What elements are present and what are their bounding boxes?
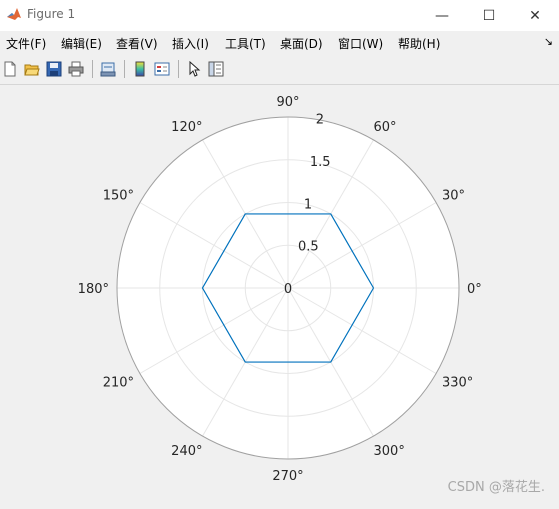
menu-view[interactable]: 查看(V): [116, 35, 158, 52]
menu-overflow-icon[interactable]: ↘: [544, 35, 553, 48]
r-tick-label: 2: [316, 113, 324, 128]
new-figure-icon: [4, 61, 16, 77]
r-tick-label: 0: [284, 282, 292, 297]
r-tick-label: 0.5: [298, 240, 319, 255]
polar-chart: 0 0.5 1 1.5 2 0° 30° 60° 90° 120° 150° 180° 210° 240°…: [78, 95, 482, 484]
figure-canvas[interactable]: 0 0.5 1 1.5 2 0° 30° 60° 90° 120° 150° 180° 210° 240°…: [0, 85, 559, 505]
menu-file[interactable]: 文件(F): [6, 35, 46, 52]
minimize-button[interactable]: —: [419, 0, 465, 31]
property-inspector-icon: [208, 61, 224, 77]
legend-button[interactable]: [152, 59, 172, 79]
menu-bar: 文件(F) 编辑(E) 查看(V) 插入(I) 工具(T) 桌面(D) 窗口(W…: [0, 31, 559, 55]
toolbar: [0, 56, 559, 85]
theta-tick-label: 120°: [171, 120, 202, 135]
watermark-text: CSDN @落花生.: [447, 480, 545, 495]
theta-tick-label: 30°: [442, 189, 465, 204]
menu-window[interactable]: 窗口(W): [338, 35, 383, 52]
r-tick-label: 1.5: [310, 155, 331, 170]
menu-desktop[interactable]: 桌面(D): [280, 35, 323, 52]
link-plot-button[interactable]: [98, 59, 118, 79]
save-button[interactable]: [44, 59, 64, 79]
matlab-logo-icon: [6, 6, 22, 22]
property-inspector-button[interactable]: [206, 59, 226, 79]
theta-tick-label: 60°: [374, 120, 397, 135]
close-button[interactable]: ✕: [512, 0, 558, 31]
menu-edit[interactable]: 编辑(E): [61, 35, 102, 52]
title-bar: Figure 1 — ☐ ✕: [0, 0, 559, 31]
theta-tick-label: 0°: [467, 282, 482, 297]
open-file-icon: [24, 64, 40, 76]
window-title: Figure 1: [27, 7, 76, 21]
save-icon: [46, 61, 62, 77]
pointer-button[interactable]: [184, 59, 204, 79]
theta-tick-label: 90°: [276, 95, 299, 110]
print-icon: [68, 61, 84, 77]
theta-tick-label: 300°: [374, 444, 405, 459]
colorbar-button[interactable]: [130, 59, 150, 79]
theta-tick-label: 150°: [103, 189, 134, 204]
legend-icon: [154, 62, 170, 76]
close-icon: ✕: [529, 7, 541, 24]
theta-tick-label: 210°: [103, 376, 134, 391]
link-plot-icon: [100, 62, 116, 77]
toolbar-separator: [178, 60, 179, 78]
print-button[interactable]: [66, 59, 86, 79]
theta-tick-label: 180°: [78, 282, 109, 297]
toolbar-separator: [124, 60, 125, 78]
menu-insert[interactable]: 插入(I): [172, 35, 209, 52]
theta-tick-label: 270°: [272, 469, 303, 484]
theta-tick-label: 330°: [442, 376, 473, 391]
theta-tick-label: 240°: [171, 444, 202, 459]
minimize-icon: —: [435, 7, 449, 24]
toolbar-separator: [92, 60, 93, 78]
new-figure-button[interactable]: [0, 59, 20, 79]
maximize-icon: ☐: [482, 7, 496, 24]
open-file-button[interactable]: [22, 59, 42, 79]
r-tick-label: 1: [304, 197, 312, 212]
menu-help[interactable]: 帮助(H): [398, 35, 440, 52]
pointer-icon: [189, 61, 201, 77]
maximize-button[interactable]: ☐: [466, 0, 512, 31]
menu-tools[interactable]: 工具(T): [225, 35, 266, 52]
colorbar-icon: [135, 61, 145, 77]
